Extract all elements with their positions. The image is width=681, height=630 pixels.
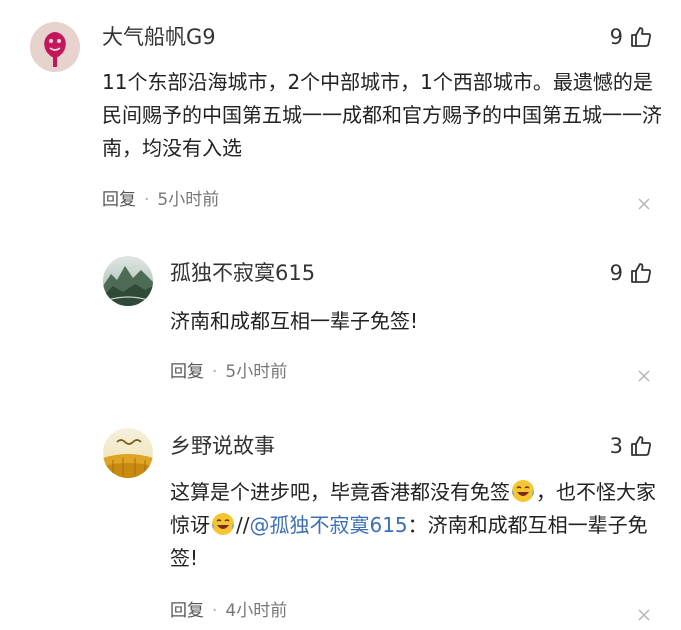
reply-button[interactable]: 回复 — [170, 362, 204, 382]
comment-meta: 回复 · 5小时前 — [170, 361, 287, 383]
thumbs-up-icon — [631, 263, 651, 283]
separator-dot: · — [212, 362, 218, 382]
laughing-tears-emoji-icon — [212, 513, 234, 535]
comment-item: 大气船帆G9 9 11个东部沿海城市，2个中部城市，1个西部城市。最遗憾的是民间… — [0, 0, 681, 230]
timestamp: 5小时前 — [225, 362, 288, 382]
like-count: 3 — [609, 434, 623, 458]
close-icon[interactable] — [637, 197, 651, 211]
thumbs-up-icon — [631, 27, 651, 47]
reply-item: 孤独不寂寞615 9 济南和成都互相一辈子免签! 回复 · 5小时前 — [0, 230, 681, 410]
content-text: // — [236, 513, 250, 537]
separator-dot: · — [212, 601, 218, 621]
like-button[interactable]: 3 — [610, 433, 653, 459]
like-count: 9 — [609, 25, 623, 49]
reply-button[interactable]: 回复 — [102, 190, 136, 210]
thumbs-up-icon — [631, 436, 651, 456]
comment-content: 济南和成都互相一辈子免签! — [170, 309, 419, 333]
username[interactable]: 大气船帆G9 — [102, 24, 216, 50]
like-button[interactable]: 9 — [610, 24, 653, 50]
like-button[interactable]: 9 — [610, 260, 653, 286]
laughing-tears-emoji-icon — [512, 480, 534, 502]
close-icon[interactable] — [637, 369, 651, 383]
close-icon[interactable] — [637, 608, 651, 622]
landscape-avatar-icon — [103, 256, 153, 306]
content-text: 这算是个进步吧，毕竟香港都没有免签 — [170, 480, 510, 504]
username[interactable]: 孤独不寂寞615 — [170, 260, 315, 286]
user-avatar[interactable] — [30, 22, 80, 72]
separator-dot: · — [144, 190, 150, 210]
reply-item: 乡野说故事 3 这算是个进步吧，毕竟香港都没有免签 ，也不怪大家惊讶 //@孤独… — [0, 410, 681, 630]
user-mention-link[interactable]: @孤独不寂寞615 — [249, 513, 407, 537]
comment-meta: 回复 · 5小时前 — [102, 189, 219, 211]
timestamp: 5小时前 — [157, 190, 220, 210]
comment-meta: 回复 · 4小时前 — [170, 600, 287, 622]
timestamp: 4小时前 — [225, 601, 288, 621]
wheat-field-avatar-icon — [103, 428, 153, 478]
reply-button[interactable]: 回复 — [170, 601, 204, 621]
username[interactable]: 乡野说故事 — [170, 433, 275, 459]
comment-content: 11个东部沿海城市，2个中部城市，1个西部城市。最遗憾的是民间赐予的中国第五城一… — [102, 70, 662, 160]
user-avatar[interactable] — [103, 256, 153, 306]
like-count: 9 — [609, 261, 623, 285]
logo-avatar-icon — [30, 22, 80, 72]
comment-content: 这算是个进步吧，毕竟香港都没有免签 ，也不怪大家惊讶 //@孤独不寂寞615：济… — [170, 476, 665, 575]
user-avatar[interactable] — [103, 428, 153, 478]
